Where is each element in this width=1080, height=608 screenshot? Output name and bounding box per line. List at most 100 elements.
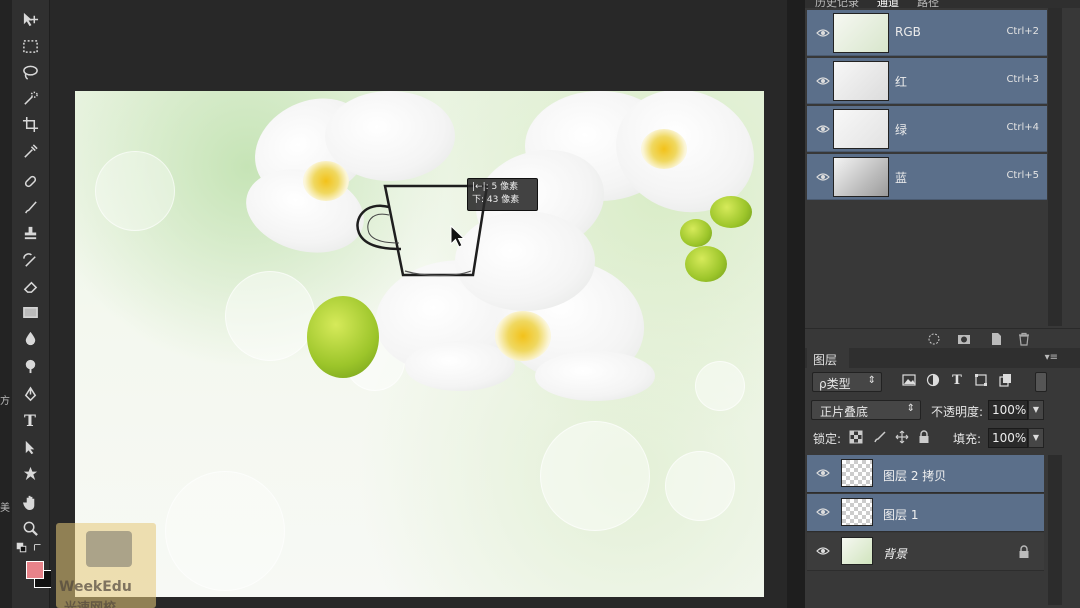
layer-filter-label: ρ类型 bbox=[819, 377, 851, 391]
channel-thumbnail bbox=[833, 109, 889, 149]
layer-thumbnail bbox=[841, 498, 873, 526]
move-tool-icon[interactable] bbox=[18, 8, 42, 30]
tooltip-horizontal-offset: |←|: 5 像素 bbox=[472, 182, 519, 192]
pen-tool-icon[interactable] bbox=[18, 383, 42, 405]
trash-icon[interactable] bbox=[1017, 332, 1031, 346]
custom-shape-icon[interactable] bbox=[18, 462, 42, 484]
blend-mode-select[interactable]: 正片叠底 ⇕ bbox=[811, 400, 921, 420]
image-filter-icon[interactable] bbox=[901, 373, 917, 389]
hand-tool-icon[interactable] bbox=[18, 491, 42, 513]
layer-thumbnail bbox=[841, 537, 873, 565]
visibility-eye-icon[interactable] bbox=[816, 170, 830, 184]
lock-image-pixels-icon[interactable] bbox=[873, 430, 889, 446]
channel-row-blue[interactable]: 蓝 Ctrl+5 bbox=[807, 154, 1047, 200]
panel-divider bbox=[787, 0, 805, 608]
fill-input[interactable]: 100% bbox=[988, 428, 1028, 448]
tab-history[interactable]: 历史记录 bbox=[815, 0, 859, 8]
channel-row-rgb[interactable]: RGB Ctrl+2 bbox=[807, 10, 1047, 56]
fill-dropdown-button[interactable]: ▼ bbox=[1028, 428, 1044, 448]
foreground-color-swatch[interactable] bbox=[26, 561, 44, 579]
watermark-logo: WeekEdu 光速网校 bbox=[56, 523, 156, 608]
document-workspace: |←|: 5 像素 下: 43 像素 WeekEdu 光速网校 bbox=[51, 0, 787, 608]
channels-panel: 历史记录 通道 路径 RGB Ctrl+2 红 Ctrl+3 绿 Ctrl+4 … bbox=[805, 0, 1080, 348]
layers-scrollbar[interactable] bbox=[1048, 455, 1062, 605]
watermark-text: WeekEdu bbox=[59, 579, 132, 595]
channel-row-green[interactable]: 绿 Ctrl+4 bbox=[807, 106, 1047, 152]
tools-panel: T bbox=[12, 0, 52, 608]
gradient-icon[interactable] bbox=[18, 301, 42, 323]
channel-thumbnail bbox=[833, 157, 889, 197]
orchid-petal bbox=[325, 91, 455, 181]
visibility-eye-icon[interactable] bbox=[816, 122, 830, 136]
shape-filter-icon[interactable] bbox=[973, 373, 989, 389]
lock-all-icon[interactable] bbox=[917, 430, 933, 446]
eraser-icon[interactable] bbox=[18, 275, 42, 297]
smart-object-filter-icon[interactable] bbox=[997, 373, 1013, 389]
path-selection-icon[interactable] bbox=[18, 436, 42, 458]
lock-icon bbox=[1018, 545, 1030, 559]
layer-row-background[interactable]: 背景 bbox=[807, 533, 1044, 571]
marquee-tool-icon[interactable] bbox=[18, 35, 42, 57]
lasso-tool-icon[interactable] bbox=[18, 61, 42, 83]
zoom-tool-icon[interactable] bbox=[18, 517, 42, 539]
panel-menu-icon[interactable]: ▾≡ bbox=[1045, 352, 1058, 363]
tab-layers[interactable]: 图层 bbox=[807, 348, 849, 368]
visibility-eye-icon[interactable] bbox=[816, 26, 830, 40]
eyedropper-icon[interactable] bbox=[18, 140, 42, 162]
crop-tool-icon[interactable] bbox=[18, 113, 42, 135]
chevron-updown-icon: ⇕ bbox=[867, 375, 876, 386]
dodge-tool-icon[interactable] bbox=[18, 354, 42, 376]
green-bud bbox=[680, 219, 712, 247]
edge-glyph: 美 bbox=[0, 503, 10, 514]
bokeh-circle bbox=[225, 271, 315, 361]
orchid-petal bbox=[535, 351, 655, 401]
photoshop-window: 方 美 T |←|: 5 像素 下: 43 像素 WeekEdu 历史记录 通道… bbox=[0, 0, 1080, 608]
channel-shortcut: Ctrl+5 bbox=[1006, 170, 1039, 181]
channel-name: 绿 bbox=[895, 123, 908, 137]
swap-colors-icon[interactable] bbox=[30, 540, 44, 554]
healing-brush-icon[interactable] bbox=[18, 170, 42, 192]
chevron-updown-icon: ⇕ bbox=[906, 403, 915, 414]
save-selection-icon[interactable] bbox=[957, 332, 971, 346]
layer-row-layer2-copy[interactable]: 图层 2 拷贝 bbox=[807, 455, 1044, 493]
layer-row-layer1[interactable]: 图层 1 bbox=[807, 494, 1044, 532]
watermark-monitor-icon bbox=[86, 531, 132, 567]
new-channel-icon[interactable] bbox=[989, 332, 1003, 346]
image-canvas[interactable]: |←|: 5 像素 下: 43 像素 bbox=[75, 91, 764, 597]
type-tool-icon[interactable]: T bbox=[18, 409, 42, 431]
layer-filter-select[interactable]: ρ类型 ⇕ bbox=[812, 372, 882, 392]
channel-shortcut: Ctrl+3 bbox=[1006, 74, 1039, 85]
filter-toggle-switch[interactable] bbox=[1035, 372, 1047, 392]
panel-tabs: 历史记录 通道 路径 bbox=[805, 0, 1080, 8]
channel-row-red[interactable]: 红 Ctrl+3 bbox=[807, 58, 1047, 104]
history-brush-icon[interactable] bbox=[18, 249, 42, 271]
tab-paths[interactable]: 路径 bbox=[917, 0, 939, 8]
visibility-eye-icon[interactable] bbox=[816, 466, 830, 480]
load-selection-icon[interactable] bbox=[927, 332, 941, 346]
layer-name: 图层 2 拷贝 bbox=[883, 469, 947, 483]
opacity-input[interactable]: 100% bbox=[988, 400, 1028, 420]
brush-tool-icon[interactable] bbox=[18, 196, 42, 218]
channels-scrollbar[interactable] bbox=[1048, 8, 1062, 326]
green-bud bbox=[307, 296, 379, 378]
green-bud bbox=[710, 196, 752, 228]
blur-tool-icon[interactable] bbox=[18, 327, 42, 349]
visibility-eye-icon[interactable] bbox=[816, 74, 830, 88]
lock-position-icon[interactable] bbox=[895, 430, 911, 446]
visibility-eye-icon[interactable] bbox=[816, 544, 830, 558]
opacity-dropdown-button[interactable]: ▼ bbox=[1028, 400, 1044, 420]
tab-channels[interactable]: 通道 bbox=[877, 0, 899, 8]
bokeh-circle bbox=[540, 421, 650, 531]
type-filter-icon[interactable]: T bbox=[949, 373, 965, 389]
lock-transparent-pixels-icon[interactable] bbox=[849, 430, 865, 446]
bokeh-circle bbox=[665, 451, 735, 521]
default-colors-icon[interactable] bbox=[14, 540, 28, 554]
clone-stamp-icon[interactable] bbox=[18, 222, 42, 244]
layers-panel: 图层 ▾≡ ρ类型 ⇕ T 正片叠底 ⇕ 不透明度: 100% ▼ 锁定: 填充: … bbox=[805, 348, 1080, 608]
blend-mode-value: 正片叠底 bbox=[820, 405, 869, 419]
adjustment-filter-icon[interactable] bbox=[925, 373, 941, 389]
opacity-label: 不透明度: bbox=[931, 405, 984, 419]
visibility-eye-icon[interactable] bbox=[816, 505, 830, 519]
edge-glyph: 方 bbox=[0, 396, 10, 407]
quick-selection-icon[interactable] bbox=[18, 87, 42, 109]
